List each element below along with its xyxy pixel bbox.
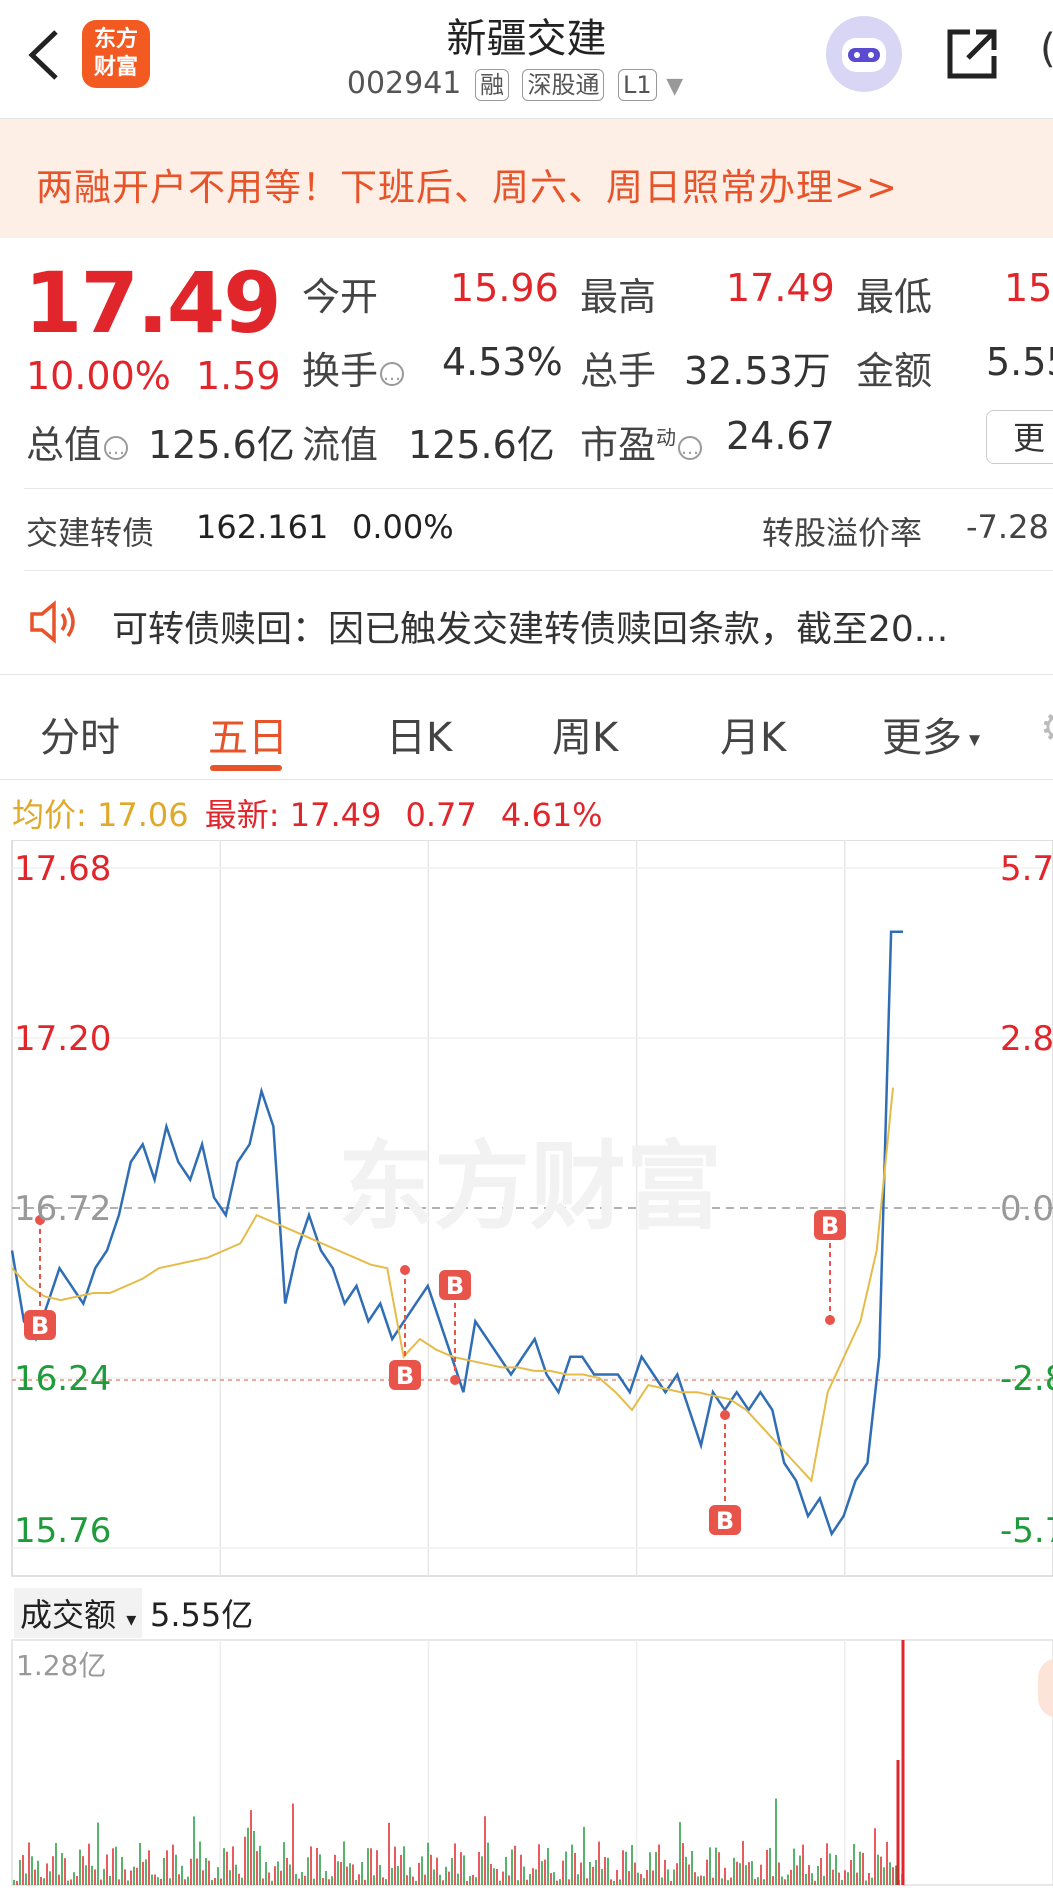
y-tick-right: 0.0 bbox=[1000, 1189, 1053, 1229]
promo-text: 两融开户不用等！下班后、周六、周日照常办理>> bbox=[36, 166, 899, 209]
volume-selector[interactable]: 成交额 ▾ bbox=[14, 1588, 143, 1638]
high-label: 最高 bbox=[580, 275, 657, 319]
pe-value: 24.67 bbox=[726, 414, 835, 458]
top-bar: 东方财富 新疆交建 002941 融 深股通 L1 ▼ ( bbox=[0, 0, 1053, 119]
notice-text[interactable]: 可转债赎回：因已触发交建转债赎回条款，截至20... bbox=[112, 600, 948, 652]
info-icon[interactable]: … bbox=[104, 435, 129, 460]
marker-dot bbox=[825, 1315, 835, 1325]
marker-dot bbox=[450, 1375, 460, 1385]
buy-marker-label: B bbox=[396, 1362, 414, 1390]
marker-dot bbox=[720, 1410, 730, 1420]
volume-label: 总手 bbox=[580, 349, 657, 393]
turnover-label: 换手… bbox=[302, 340, 405, 395]
tab-weekly-k[interactable]: 周K bbox=[552, 705, 618, 763]
stock-code: 002941 bbox=[346, 66, 462, 101]
more-menu-icon[interactable]: ( bbox=[1040, 26, 1053, 72]
bond-pct: 0.00% bbox=[352, 508, 454, 546]
tab-intraday[interactable]: 分时 bbox=[40, 705, 120, 763]
change-percent: 10.00% bbox=[26, 354, 171, 398]
float-value: 125.6亿 bbox=[408, 423, 555, 467]
tab-monthly-k[interactable]: 月K bbox=[720, 705, 786, 763]
buy-marker-label: B bbox=[716, 1507, 734, 1535]
premium-value: -7.28 bbox=[966, 508, 1049, 546]
divider bbox=[24, 570, 1053, 571]
change-amount: 1.59 bbox=[196, 354, 281, 398]
float-label: 流值 bbox=[302, 423, 379, 467]
divider bbox=[24, 488, 1053, 489]
mktcap-label: 总值… bbox=[26, 414, 129, 469]
watermark: 东方财富 bbox=[338, 1131, 722, 1243]
tab-five-day[interactable]: 五日 bbox=[208, 705, 288, 763]
tab-daily-k[interactable]: 日K bbox=[386, 705, 452, 763]
y-tick-right: 5.7 bbox=[1000, 849, 1053, 889]
pe-label: 市盈动… bbox=[580, 414, 703, 469]
active-tab-indicator bbox=[210, 765, 282, 771]
buy-marker-label: B bbox=[31, 1312, 49, 1340]
y-tick-left: 17.20 bbox=[14, 1019, 111, 1059]
chevron-down-icon[interactable]: ▼ bbox=[666, 74, 683, 99]
five-day-chart[interactable]: 东方财富 B B B B B 17.68 5.7 17.20 2.8 16.72 0.0 16.24 -2… bbox=[0, 840, 1053, 1894]
current-price: 17.49 bbox=[24, 254, 282, 352]
chart-legend: 均价: 17.06 最新: 17.49 0.77 4.61% bbox=[12, 796, 603, 834]
tab-settings-icon[interactable]: ⚙ bbox=[1040, 705, 1053, 751]
promo-banner[interactable]: 两融开户不用等！下班后、周六、周日照常办理>> bbox=[0, 119, 1053, 238]
info-icon[interactable]: … bbox=[678, 435, 703, 460]
tag-margin: 融 bbox=[474, 69, 509, 101]
turnover-value: 4.53% bbox=[442, 340, 563, 384]
tag-connect: 深股通 bbox=[522, 69, 605, 101]
low-label: 最低 bbox=[856, 275, 933, 319]
tag-level: L1 bbox=[618, 69, 657, 101]
y-tick-left: 16.72 bbox=[14, 1189, 111, 1229]
volume-total: 5.55亿 bbox=[150, 1596, 254, 1634]
y-tick-left: 15.76 bbox=[14, 1511, 111, 1551]
share-icon[interactable] bbox=[942, 24, 1002, 84]
y-tick-left: 16.24 bbox=[14, 1359, 111, 1399]
assistant-robot-icon[interactable] bbox=[826, 16, 902, 92]
high-value: 17.49 bbox=[726, 266, 835, 310]
volume-value: 32.53万 bbox=[684, 349, 831, 393]
info-icon[interactable]: … bbox=[380, 361, 405, 386]
y-tick-left: 17.68 bbox=[14, 849, 111, 889]
tab-more[interactable]: 更多 ▾ bbox=[882, 705, 980, 763]
open-value: 15.96 bbox=[450, 266, 559, 310]
bond-price: 162.161 bbox=[196, 508, 329, 546]
low-value: 15 bbox=[1004, 266, 1053, 310]
chart-tabs: 分时 五日 日K 周K 月K 更多 ▾ ⚙ bbox=[0, 674, 1053, 780]
buy-marker-label: B bbox=[821, 1212, 839, 1240]
bond-name[interactable]: 交建转债 bbox=[26, 508, 154, 554]
more-quote-button[interactable]: 更 bbox=[986, 410, 1053, 464]
amount-value: 5.55 bbox=[986, 340, 1053, 384]
amount-label: 金额 bbox=[856, 349, 933, 393]
buy-marker-label: B bbox=[446, 1272, 464, 1300]
y-tick-right: -5.7 bbox=[1000, 1511, 1053, 1551]
volume-max-tick: 1.28亿 bbox=[16, 1649, 107, 1682]
mktcap-value: 125.6亿 bbox=[148, 423, 295, 467]
y-tick-right: 2.8 bbox=[1000, 1019, 1053, 1059]
marker-dot bbox=[400, 1265, 410, 1275]
premium-label: 转股溢价率 bbox=[762, 514, 923, 552]
open-label: 今开 bbox=[302, 275, 379, 319]
y-tick-right: -2.8 bbox=[1000, 1359, 1053, 1399]
speaker-icon bbox=[30, 600, 75, 644]
